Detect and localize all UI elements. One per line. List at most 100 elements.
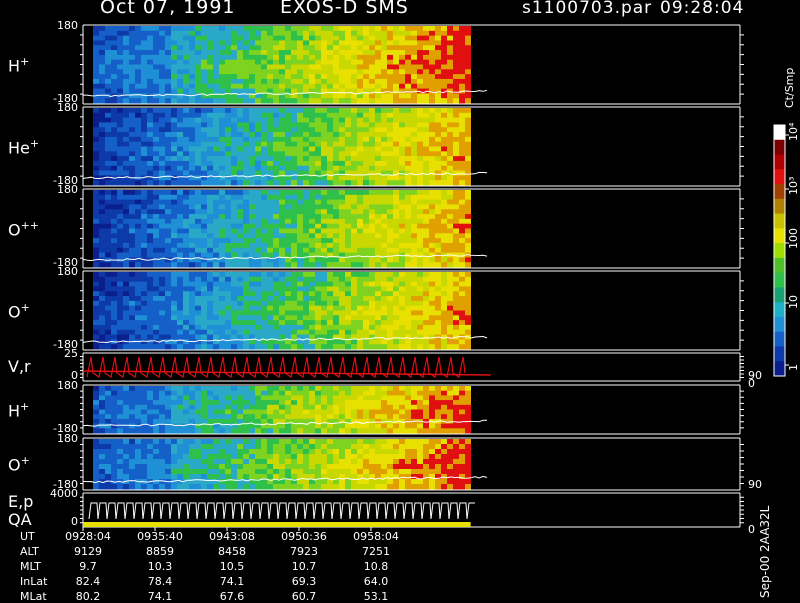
spectrogram-cell xyxy=(249,98,255,103)
spectrogram-cell xyxy=(129,219,135,224)
spectrogram-cell xyxy=(375,277,381,282)
spectrogram-cell xyxy=(369,190,375,195)
spectrogram-cell xyxy=(219,31,225,36)
spectrogram-cell xyxy=(195,195,201,200)
spectrogram-cell xyxy=(387,65,393,70)
spectrogram-cell xyxy=(231,65,237,70)
spectrogram-cell xyxy=(237,65,243,70)
spectrogram-cell xyxy=(465,142,471,147)
spectrogram-cell xyxy=(171,253,177,258)
spectrogram-cell xyxy=(213,171,219,176)
spectrogram-cell xyxy=(141,400,147,405)
spectrogram-cell xyxy=(417,330,423,335)
spectrogram-cell xyxy=(375,161,381,166)
spectrogram-cell xyxy=(411,248,417,253)
spectrogram-cell xyxy=(189,36,195,41)
spectrogram-cell xyxy=(165,45,171,50)
spectrogram-cell xyxy=(207,400,213,405)
spectrogram-cell xyxy=(435,330,441,335)
spectrogram-cell xyxy=(255,132,261,137)
spectrogram-cell xyxy=(303,113,309,118)
spectrogram-cell xyxy=(441,296,447,301)
spectrogram-cell xyxy=(117,320,123,325)
spectrogram-cell xyxy=(423,277,429,282)
spectrogram-cell xyxy=(153,459,159,465)
spectrogram-cell xyxy=(213,335,219,340)
spectrogram-cell xyxy=(165,142,171,147)
spectrogram-cell xyxy=(423,410,429,415)
spectrogram-cell xyxy=(369,55,375,60)
spectrogram-cell xyxy=(225,296,231,301)
spectrogram-cell xyxy=(339,262,345,267)
spectrogram-cell xyxy=(123,262,129,267)
spectrogram-cell xyxy=(387,60,393,65)
spectrogram-cell xyxy=(99,147,105,152)
spectrogram-cell xyxy=(195,444,201,450)
spectrogram-cell xyxy=(381,60,387,65)
spectrogram-cell xyxy=(273,291,279,296)
spectrogram-cell xyxy=(453,40,459,45)
spectrogram-cell xyxy=(303,161,309,166)
spectrogram-cell xyxy=(207,26,213,31)
spectrogram-cell xyxy=(333,69,339,74)
spectrogram-cell xyxy=(357,147,363,152)
spectrogram-cell xyxy=(261,301,267,306)
spectrogram-cell xyxy=(195,132,201,137)
spectrogram-cell xyxy=(207,306,213,311)
spectrogram-cell xyxy=(453,330,459,335)
spectrogram-cell xyxy=(237,214,243,219)
spectrogram-cell xyxy=(147,296,153,301)
spectrogram-cell xyxy=(417,26,423,31)
spectrogram-cell xyxy=(99,419,105,424)
spectrogram-cell xyxy=(183,428,189,433)
spectrogram-cell xyxy=(393,89,399,94)
spectrogram-cell xyxy=(315,60,321,65)
spectrogram-cell xyxy=(237,26,243,31)
spectrogram-cell xyxy=(429,391,435,396)
spectrogram-cell xyxy=(417,175,423,180)
spectrogram-cell xyxy=(333,311,339,316)
spectrogram-cell xyxy=(357,306,363,311)
spectrogram-cell xyxy=(453,204,459,209)
spectrogram-cell xyxy=(441,257,447,262)
spectrogram-cell xyxy=(201,484,207,490)
spectrogram-cell xyxy=(135,214,141,219)
spectrogram-cell xyxy=(351,248,357,253)
spectrogram-cell xyxy=(213,195,219,200)
spectrogram-cell xyxy=(357,122,363,127)
spectrogram-cell xyxy=(189,55,195,60)
spectrogram-cell xyxy=(105,79,111,84)
spectrogram-cell xyxy=(153,395,159,400)
spectrogram-cell xyxy=(321,282,327,287)
spectrogram-cell xyxy=(267,45,273,50)
spectrogram-cell xyxy=(105,98,111,103)
spectrogram-cell xyxy=(429,262,435,267)
spectrogram-cell xyxy=(339,65,345,70)
spectrogram-cell xyxy=(183,190,189,195)
spectrogram-cell xyxy=(153,31,159,36)
spectrogram-cell xyxy=(255,330,261,335)
spectrogram-cell xyxy=(183,229,189,234)
spectrogram-cell xyxy=(459,151,465,156)
spectrogram-cell xyxy=(417,147,423,152)
spectrogram-cell xyxy=(447,65,453,70)
spectrogram-cell xyxy=(105,474,111,480)
spectrogram-cell xyxy=(315,79,321,84)
spectrogram-cell xyxy=(189,98,195,103)
spectrogram-cell xyxy=(291,262,297,267)
spectrogram-cell xyxy=(189,335,195,340)
spectrogram-cell xyxy=(171,122,177,127)
spectrogram-cell xyxy=(321,142,327,147)
spectrogram-cell xyxy=(381,282,387,287)
spectrogram-cell xyxy=(129,454,135,460)
spectrogram-cell xyxy=(465,344,471,349)
spectrogram-cell xyxy=(405,98,411,103)
spectrogram-cell xyxy=(381,238,387,243)
spectrogram-cell xyxy=(135,386,141,391)
spectrogram-cell xyxy=(141,219,147,224)
spectrogram-cell xyxy=(459,405,465,410)
spectrogram-cell xyxy=(153,444,159,450)
spectrogram-cell xyxy=(327,306,333,311)
spectrogram-cell xyxy=(285,301,291,306)
spectrogram-cell xyxy=(333,190,339,195)
